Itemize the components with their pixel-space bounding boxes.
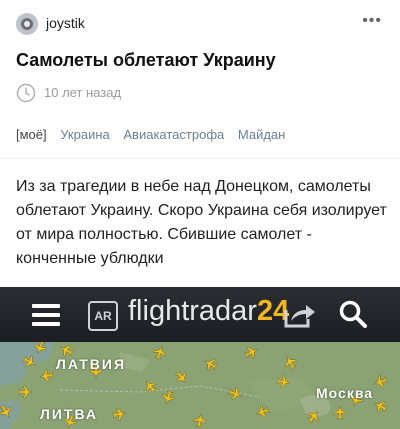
tag-ukraine[interactable]: Украина bbox=[60, 127, 110, 142]
tag-air-crash[interactable]: Авиакатастрофа bbox=[123, 127, 224, 142]
map-label-latvia: ЛАТВИЯ bbox=[56, 356, 127, 372]
post-image[interactable]: AR flightradar24 ЛАТВИЯ ЛИТВА Москва bbox=[0, 287, 400, 429]
post-time: 10 лет назад bbox=[44, 85, 122, 100]
post-title[interactable]: Самолеты облетают Украину bbox=[16, 50, 386, 71]
aircraft-icon[interactable] bbox=[160, 389, 176, 405]
aircraft-icon[interactable] bbox=[152, 344, 168, 360]
aircraft-icon[interactable] bbox=[282, 354, 299, 371]
aircraft-icon[interactable] bbox=[173, 369, 191, 387]
share-icon[interactable] bbox=[283, 301, 317, 329]
aircraft-icon[interactable] bbox=[39, 369, 54, 383]
map-label-lithuania: ЛИТВА bbox=[40, 406, 98, 422]
clock-icon bbox=[16, 83, 36, 103]
avatar[interactable] bbox=[16, 13, 38, 35]
aircraft-icon[interactable] bbox=[142, 378, 160, 396]
aircraft-icon[interactable] bbox=[333, 405, 347, 420]
flightradar-toolbar: AR flightradar24 bbox=[0, 287, 400, 342]
hamburger-menu-icon[interactable] bbox=[32, 304, 60, 326]
ar-view-icon[interactable]: AR bbox=[88, 301, 118, 331]
flight-map[interactable]: ЛАТВИЯ ЛИТВА Москва bbox=[0, 342, 400, 429]
more-options-icon[interactable]: ••• bbox=[362, 13, 382, 29]
logo-text: flightradar bbox=[128, 295, 257, 327]
search-icon[interactable] bbox=[338, 299, 368, 329]
aircraft-icon[interactable] bbox=[202, 356, 219, 373]
aircraft-icon[interactable] bbox=[305, 408, 323, 426]
divider bbox=[0, 158, 400, 159]
aircraft-icon[interactable] bbox=[21, 353, 38, 370]
aircraft-icon[interactable] bbox=[193, 413, 207, 428]
author-name[interactable]: joystik bbox=[46, 15, 85, 31]
aircraft-icon[interactable] bbox=[276, 375, 291, 389]
flightradar-logo: flightradar24 bbox=[128, 295, 289, 328]
tag-list: [моё] Украина Авиакатастрофа Майдан bbox=[16, 127, 295, 142]
tag-maidan[interactable]: Майдан bbox=[238, 127, 285, 142]
aircraft-icon[interactable] bbox=[32, 342, 48, 356]
aircraft-icon[interactable] bbox=[254, 404, 270, 420]
aircraft-icon[interactable] bbox=[0, 403, 14, 420]
tag-own[interactable]: [моё] bbox=[16, 127, 47, 142]
avatar-image bbox=[16, 13, 38, 35]
post-body: Из за трагедии в небе над Донецком, само… bbox=[16, 178, 387, 267]
map-label-moscow: Москва bbox=[316, 385, 374, 401]
aircraft-icon[interactable] bbox=[18, 385, 33, 399]
aircraft-icon[interactable] bbox=[243, 344, 260, 361]
aircraft-icon[interactable] bbox=[372, 374, 388, 390]
post-header: joystik ••• bbox=[0, 0, 400, 46]
aircraft-icon[interactable] bbox=[227, 386, 243, 402]
aircraft-icon[interactable] bbox=[372, 398, 389, 415]
aircraft-icon[interactable] bbox=[112, 407, 127, 421]
